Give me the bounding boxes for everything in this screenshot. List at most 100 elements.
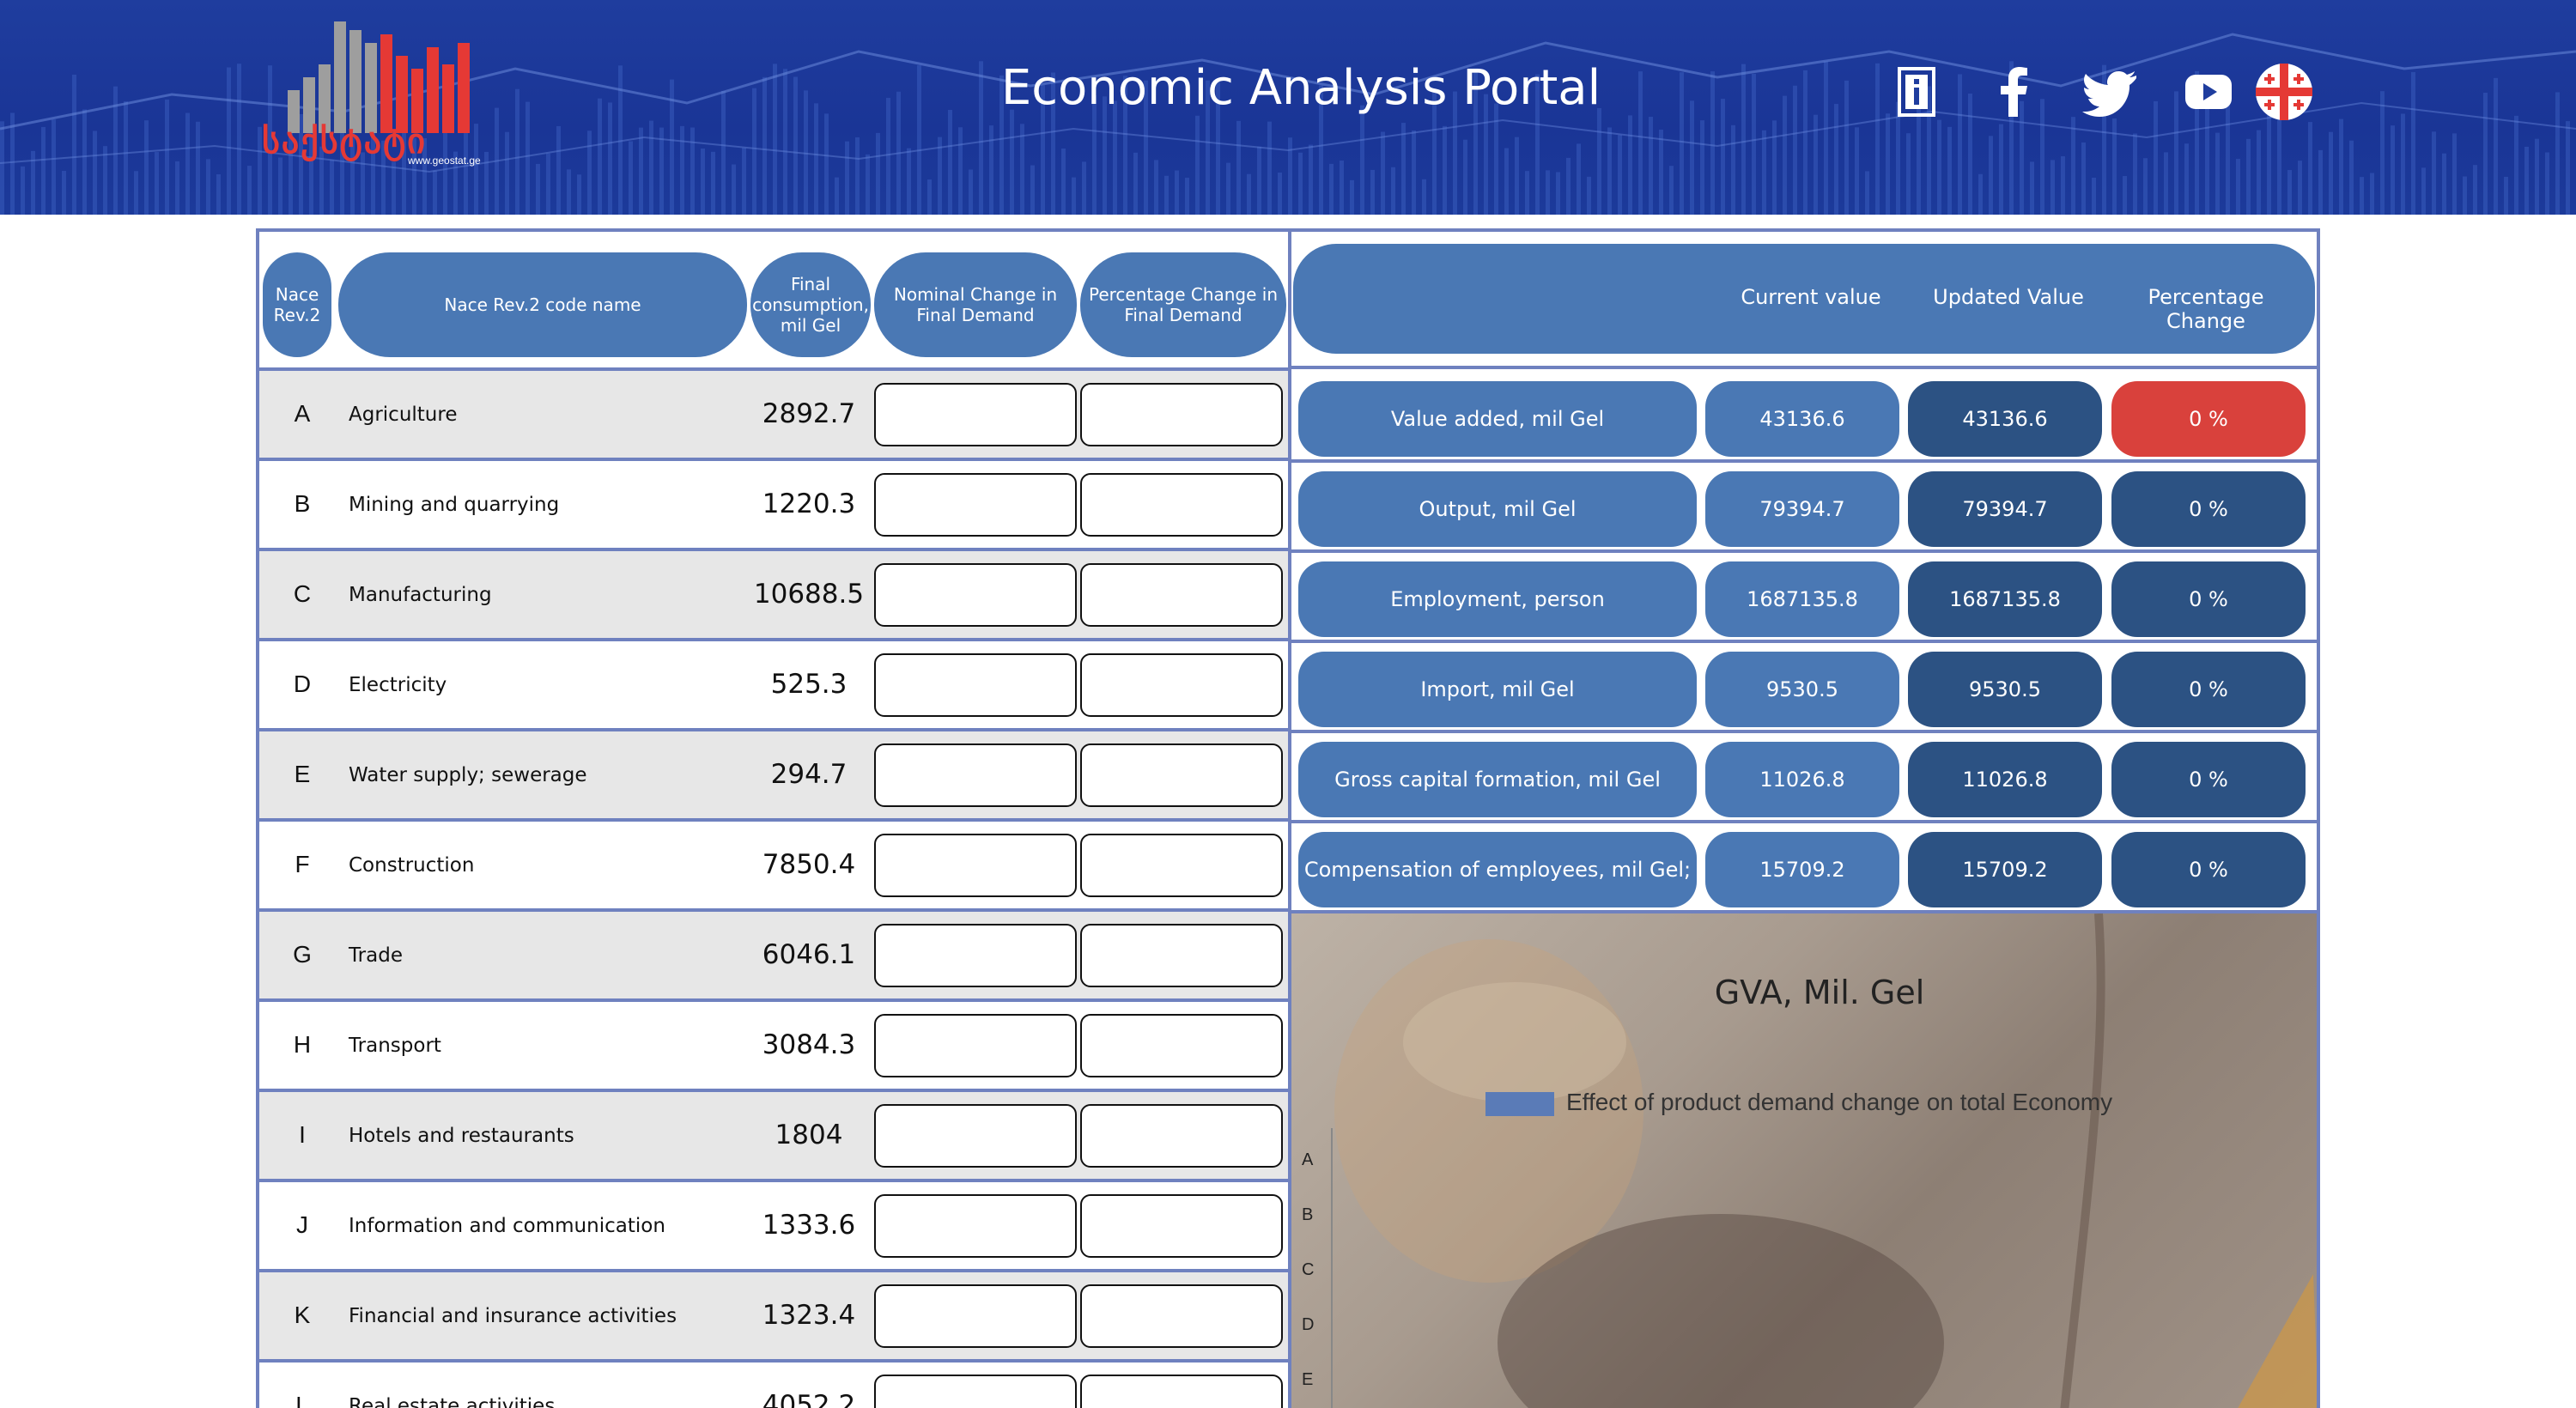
summary-row: Import, mil Gel 9530.5 9530.5 0 % — [1291, 643, 2317, 733]
summary-header: Current value Updated Value Percentage C… — [1291, 232, 2317, 369]
percentage-change-input[interactable] — [1080, 924, 1283, 987]
nominal-change-input[interactable] — [874, 473, 1077, 537]
final-consumption-value: 1333.6 — [762, 1210, 856, 1241]
legend-swatch — [1485, 1092, 1554, 1116]
final-consumption-value: 525.3 — [770, 669, 848, 700]
current-value: 15709.2 — [1705, 832, 1899, 907]
final-consumption-value: 6046.1 — [762, 939, 856, 970]
percentage-change-input[interactable] — [1080, 1284, 1283, 1348]
percentage-change-input[interactable] — [1080, 383, 1283, 446]
header-nace-code: Nace Rev.2 — [263, 252, 331, 357]
indicator-label: Value added, mil Gel — [1298, 381, 1697, 457]
youtube-icon[interactable] — [2178, 62, 2239, 122]
nominal-change-input[interactable] — [874, 834, 1077, 897]
nace-name: Agriculture — [349, 404, 458, 426]
summary-row: Employment, person 1687135.8 1687135.8 0 % — [1291, 553, 2317, 643]
indicator-label: Output, mil Gel — [1298, 471, 1697, 547]
percentage-change-input[interactable] — [1080, 563, 1283, 627]
nace-name: Transport — [349, 1035, 441, 1057]
y-tick-label: B — [1302, 1205, 1314, 1224]
nominal-change-input[interactable] — [874, 1284, 1077, 1348]
indicator-label: Compensation of employees, mil Gel; — [1298, 832, 1697, 907]
y-axis-line — [1331, 1128, 1333, 1408]
table-header-row: Nace Rev.2 Nace Rev.2 code name Final co… — [259, 232, 1288, 371]
header-updated-value: Updated Value — [1933, 285, 2084, 309]
georgian-flag-icon[interactable] — [2254, 62, 2314, 122]
nace-code: H — [293, 1031, 312, 1058]
facebook-icon[interactable] — [1984, 62, 2044, 122]
percentage-change-input[interactable] — [1080, 743, 1283, 807]
legend-label: Effect of product demand change on total… — [1566, 1089, 2113, 1115]
percentage-change-value: 0 % — [2111, 471, 2306, 547]
gva-chart: GVA, Mil. Gel Effect of product demand c… — [1291, 913, 2317, 1408]
nominal-change-input[interactable] — [874, 563, 1077, 627]
percentage-change-input[interactable] — [1080, 834, 1283, 897]
table-row: B Mining and quarrying 1220.3 — [259, 461, 1288, 551]
results-panel: Current value Updated Value Percentage C… — [1290, 228, 2320, 1408]
nace-name: Trade — [349, 944, 403, 967]
nace-name: Information and communication — [349, 1215, 665, 1237]
nominal-change-input[interactable] — [874, 383, 1077, 446]
final-consumption-value: 7850.4 — [762, 849, 856, 880]
percentage-change-input[interactable] — [1080, 1194, 1283, 1258]
table-row: G Trade 6046.1 — [259, 912, 1288, 1002]
nace-code: F — [295, 851, 310, 877]
nace-code: I — [299, 1121, 306, 1148]
table-row: J Information and communication 1333.6 — [259, 1182, 1288, 1272]
logo-url: www.geostat.ge — [408, 155, 481, 167]
percentage-change-value: 0 % — [2111, 381, 2306, 457]
indicator-label: Import, mil Gel — [1298, 652, 1697, 727]
table-row: E Water supply; sewerage 294.7 — [259, 731, 1288, 822]
table-row: L Real estate activities 4052.2 — [259, 1362, 1288, 1408]
percentage-change-value: 0 % — [2111, 652, 2306, 727]
table-row: A Agriculture 2892.7 — [259, 371, 1288, 461]
nace-code: J — [296, 1211, 308, 1238]
final-consumption-value: 3084.3 — [762, 1029, 856, 1060]
header-nace-name: Nace Rev.2 code name — [338, 252, 747, 357]
percentage-change-input[interactable] — [1080, 1375, 1283, 1408]
summary-row: Gross capital formation, mil Gel 11026.8 1… — [1291, 733, 2317, 823]
table-row: C Manufacturing 10688.5 — [259, 551, 1288, 641]
nominal-change-input[interactable] — [874, 653, 1077, 717]
percentage-change-input[interactable] — [1080, 1014, 1283, 1077]
percentage-change-value: 0 % — [2111, 742, 2306, 817]
nominal-change-input[interactable] — [874, 1104, 1077, 1168]
percentage-change-value: 0 % — [2111, 561, 2306, 637]
nominal-change-input[interactable] — [874, 1375, 1077, 1408]
nominal-change-input[interactable] — [874, 1194, 1077, 1258]
sector-demand-table: Nace Rev.2 Nace Rev.2 code name Final co… — [256, 228, 1291, 1408]
nace-code: A — [294, 400, 311, 427]
final-consumption-value: 2892.7 — [762, 398, 856, 429]
indicator-label: Gross capital formation, mil Gel — [1298, 742, 1697, 817]
table-row: K Financial and insurance activities 1323.… — [259, 1272, 1288, 1362]
current-value: 79394.7 — [1705, 471, 1899, 547]
header-percentage-change: Percentage Change in Final Demand — [1080, 252, 1286, 357]
nace-code: B — [294, 490, 311, 517]
nace-name: Electricity — [349, 674, 447, 696]
percentage-change-input[interactable] — [1080, 1104, 1283, 1168]
y-tick-label: A — [1302, 1150, 1314, 1169]
nominal-change-input[interactable] — [874, 924, 1077, 987]
updated-value: 11026.8 — [1908, 742, 2102, 817]
table-row: D Electricity 525.3 — [259, 641, 1288, 731]
table-row: F Construction 7850.4 — [259, 822, 1288, 912]
header-nominal-change: Nominal Change in Final Demand — [874, 252, 1077, 357]
current-value: 11026.8 — [1705, 742, 1899, 817]
y-tick-label: C — [1302, 1260, 1315, 1279]
nominal-change-input[interactable] — [874, 1014, 1077, 1077]
info-icon[interactable] — [1886, 62, 1947, 122]
nominal-change-input[interactable] — [874, 743, 1077, 807]
nace-name: Hotels and restaurants — [349, 1125, 574, 1147]
chart-title: GVA, Mil. Gel — [1714, 974, 1925, 1011]
percentage-change-input[interactable] — [1080, 473, 1283, 537]
summary-row: Value added, mil Gel 43136.6 43136.6 0 % — [1291, 373, 2317, 463]
nace-name: Mining and quarrying — [349, 494, 560, 516]
current-value: 9530.5 — [1705, 652, 1899, 727]
nace-name: Water supply; sewerage — [349, 764, 587, 786]
nace-name: Financial and insurance activities — [349, 1305, 677, 1327]
summary-row: Output, mil Gel 79394.7 79394.7 0 % — [1291, 463, 2317, 553]
percentage-change-input[interactable] — [1080, 653, 1283, 717]
nace-name: Construction — [349, 854, 475, 877]
twitter-icon[interactable] — [2081, 62, 2142, 122]
current-value: 43136.6 — [1705, 381, 1899, 457]
